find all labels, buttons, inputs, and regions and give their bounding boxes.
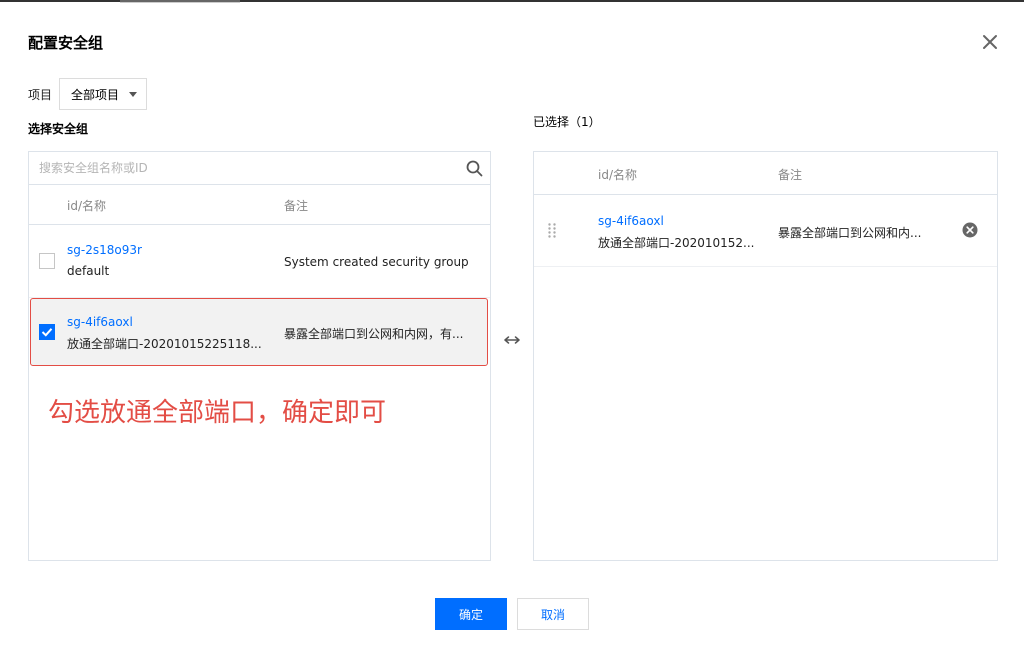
column-header-id: id/名称 — [598, 168, 637, 182]
search-input[interactable] — [29, 152, 490, 185]
security-group-id-link[interactable]: sg-4if6aoxl — [67, 315, 133, 329]
security-group-note: System created security group — [284, 255, 469, 269]
remove-circle-icon[interactable] — [962, 222, 978, 238]
security-group-name: 放通全部端口-20201015225118... — [67, 337, 262, 351]
chevron-down-icon — [129, 92, 137, 97]
row-checkbox-checked[interactable] — [39, 324, 55, 340]
drag-handle-icon[interactable] — [547, 222, 557, 238]
table-row[interactable]: sg-2s18o93r default System created secur… — [29, 226, 490, 298]
security-group-id-link[interactable]: sg-4if6aoxl — [598, 214, 664, 228]
security-group-id-link[interactable]: sg-2s18o93r — [67, 243, 142, 257]
table-header: id/名称 备注 — [29, 185, 490, 225]
select-security-group-title: 选择安全组 — [28, 122, 89, 136]
instruction-annotation: 勾选放通全部端口，确定即可 — [48, 398, 387, 428]
dialog-title: 配置安全组 — [28, 34, 104, 52]
swap-arrow-icon — [504, 336, 520, 344]
project-label: 项目 — [28, 88, 53, 102]
background-page-glimpse — [120, 0, 240, 3]
security-group-note: 暴露全部端口到公网和内... — [778, 226, 922, 240]
column-header-id: id/名称 — [67, 199, 106, 213]
search-icon[interactable] — [466, 160, 483, 177]
selected-count-title: 已选择（1） — [533, 115, 601, 129]
table-header: id/名称 备注 — [534, 152, 997, 195]
security-group-name: 放通全部端口-202010152... — [598, 236, 755, 250]
row-checkbox[interactable] — [39, 253, 55, 269]
security-group-note: 暴露全部端口到公网和内网，有... — [284, 327, 464, 341]
security-group-name: default — [67, 264, 110, 278]
column-header-note: 备注 — [778, 168, 803, 182]
selected-groups-panel: id/名称 备注 sg-4if6aoxl 放通全部端口-202010152...… — [533, 151, 998, 561]
cancel-button[interactable]: 取消 — [517, 598, 589, 630]
confirm-button[interactable]: 确定 — [435, 598, 507, 630]
selected-row: sg-4if6aoxl 放通全部端口-202010152... 暴露全部端口到公… — [534, 195, 997, 267]
column-header-note: 备注 — [284, 199, 309, 213]
table-row-selected[interactable]: sg-4if6aoxl 放通全部端口-20201015225118... 暴露全… — [30, 298, 488, 366]
checkmark-icon — [41, 328, 53, 337]
close-icon[interactable] — [981, 33, 999, 51]
project-select-value: 全部项目 — [71, 87, 120, 102]
